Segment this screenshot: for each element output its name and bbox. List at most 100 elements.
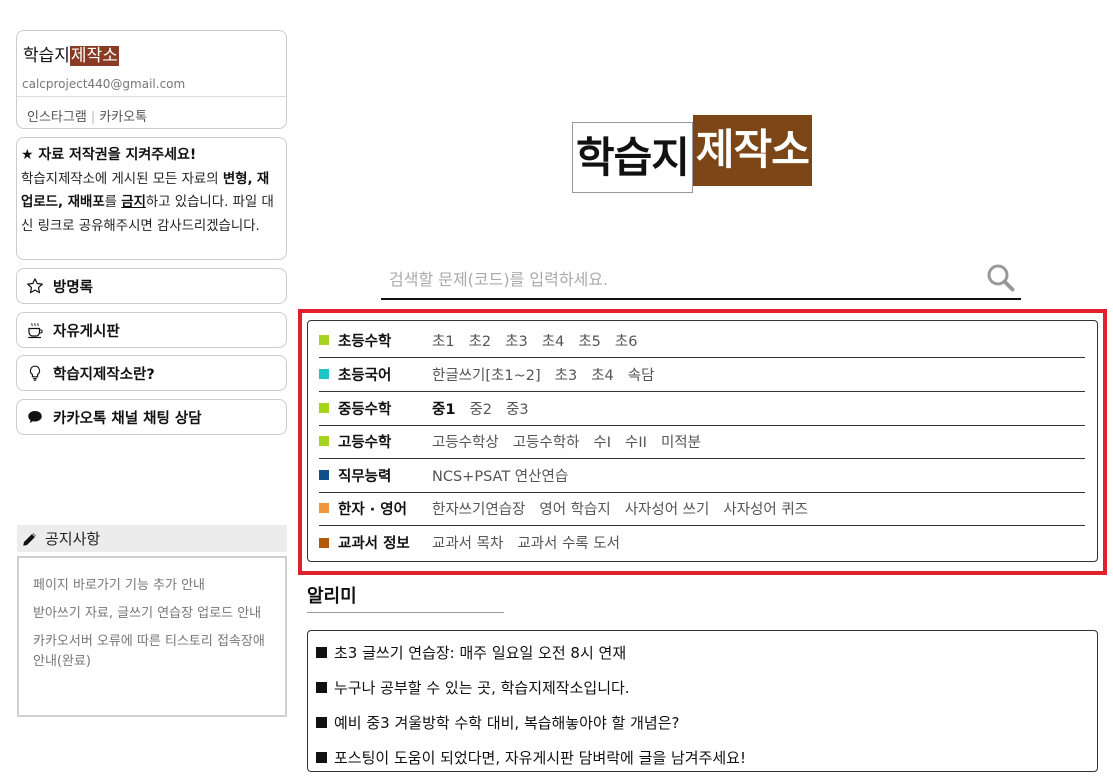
category-row-elementary-math: 초등수학 초1 초2 초3 초4 초5 초6 — [319, 324, 1085, 358]
square-bullet-icon — [316, 647, 327, 658]
pencil-icon — [21, 530, 39, 548]
category-color-marker — [319, 537, 329, 548]
guestbook-button[interactable]: 방명록 — [16, 268, 287, 304]
category-link[interactable]: 중3 — [506, 398, 529, 419]
contact-email: calcproject440@gmail.com — [22, 77, 186, 91]
alimi-item-text: 포스팅이 도움이 되었다면, 자유게시판 담벼락에 글을 남겨주세요! — [334, 749, 746, 767]
alimi-item[interactable]: 포스팅이 도움이 되었다면, 자유게시판 담벼락에 글을 남겨주세요! — [316, 740, 1097, 775]
copyright-text-bold: 변형, — [222, 171, 253, 187]
copyright-text-part: 하고 있습니다. — [145, 195, 229, 210]
kakao-chat-button[interactable]: 카카오톡 채널 채팅 상담 — [16, 399, 287, 435]
category-link[interactable]: 고등수학하 — [513, 431, 580, 452]
copyright-notice: ★ 자료 저작권을 지켜주세요! 학습지제작소에 게시된 모든 자료의 변형, … — [16, 137, 287, 260]
category-link[interactable]: NCS+PSAT 연산연습 — [432, 465, 568, 486]
category-link[interactable]: 중2 — [469, 398, 492, 419]
link-separator: | — [90, 110, 96, 125]
notice-item[interactable]: 페이지 바로가기 기능 추가 안내 — [33, 576, 271, 596]
blog-title-plain: 학습지 — [23, 46, 70, 66]
category-name[interactable]: 초등국어 — [338, 364, 432, 385]
copyright-heading: ★ 자료 저작권을 지켜주세요! — [21, 147, 197, 163]
category-row-high-math: 고등수학 고등수학상 고등수학하 수I 수II 미적분 — [319, 425, 1085, 459]
divider — [17, 96, 286, 97]
category-color-marker — [319, 369, 329, 380]
free-board-button[interactable]: 자유게시판 — [16, 312, 287, 348]
square-bullet-icon — [316, 717, 327, 728]
coffee-cup-icon — [25, 320, 45, 340]
instagram-link[interactable]: 인스타그램 — [27, 110, 87, 125]
notice-item[interactable]: 카카오서버 오류에 따른 티스토리 접속장애 안내(완료) — [33, 632, 271, 672]
square-bullet-icon — [316, 752, 327, 763]
category-link[interactable]: 교과서 목차 — [432, 532, 503, 553]
category-link[interactable]: 교과서 수록 도서 — [517, 532, 620, 553]
category-row-middle-math: 중등수학 중1 중2 중3 — [319, 392, 1085, 426]
category-menu: 초등수학 초1 초2 초3 초4 초5 초6 초등국어 한글쓰기[초1~2] 초… — [307, 320, 1098, 562]
star-outline-icon — [25, 276, 45, 296]
category-link[interactable]: 수I — [593, 431, 611, 452]
notice-header: 공지사항 — [17, 525, 287, 552]
category-name[interactable]: 직무능력 — [338, 465, 432, 486]
notice-item[interactable]: 받아쓰기 자료, 글쓰기 연습장 업로드 안내 — [33, 604, 271, 624]
category-color-marker — [319, 503, 329, 514]
category-link[interactable]: 초1 — [432, 330, 455, 351]
category-link[interactable]: 초2 — [469, 330, 492, 351]
category-link[interactable]: 초3 — [555, 364, 578, 385]
alimi-item-text: 초3 글쓰기 연습장: 매주 일요일 오전 8시 연재 — [334, 644, 627, 662]
category-color-marker — [319, 403, 329, 414]
category-link[interactable]: 사자성어 퀴즈 — [723, 498, 808, 519]
kakaotalk-link[interactable]: 카카오톡 — [99, 110, 147, 125]
category-row-elementary-korean: 초등국어 한글쓰기[초1~2] 초3 초4 속담 — [319, 358, 1085, 392]
notice-list: 페이지 바로가기 기능 추가 안내 받아쓰기 자료, 글쓰기 연습장 업로드 안… — [17, 556, 287, 717]
copyright-text-part: 학습지제작소에 게시된 모든 자료의 — [21, 171, 223, 187]
logo-plain: 학습지 — [572, 122, 693, 193]
category-link[interactable]: 미적분 — [661, 431, 701, 452]
profile-card: 학습지제작소 calcproject440@gmail.com 인스타그램 | 카카… — [16, 30, 287, 129]
alimi-item[interactable]: 누구나 공부할 수 있는 곳, 학습지제작소입니다. — [316, 670, 1097, 705]
category-link[interactable]: 고등수학상 — [432, 431, 499, 452]
category-link[interactable]: 초4 — [591, 364, 614, 385]
category-link[interactable]: 한글쓰기[초1~2] — [432, 364, 541, 385]
logo-highlight: 제작소 — [692, 115, 812, 186]
copyright-text: 학습지제작소에 게시된 모든 자료의 변형, 재업로드, 재배포를 금지하고 있… — [21, 168, 281, 239]
category-link[interactable]: 수II — [625, 431, 647, 452]
search-input[interactable] — [389, 264, 969, 294]
category-link[interactable]: 영어 학습지 — [539, 498, 610, 519]
category-link[interactable]: 초3 — [505, 330, 528, 351]
category-name[interactable]: 고등수학 — [338, 431, 432, 452]
category-name[interactable]: 중등수학 — [338, 398, 432, 419]
about-button[interactable]: 학습지제작소란? — [16, 355, 287, 391]
category-color-marker — [319, 436, 329, 447]
alimi-item[interactable]: 초3 글쓰기 연습장: 매주 일요일 오전 8시 연재 — [316, 635, 1097, 670]
category-link-active[interactable]: 중1 — [432, 398, 455, 419]
square-bullet-icon — [316, 682, 327, 693]
category-link[interactable]: 초5 — [578, 330, 601, 351]
lightbulb-icon — [25, 363, 45, 383]
category-row-hanja-english: 한자 · 영어 한자쓰기연습장 영어 학습지 사자성어 쓰기 사자성어 퀴즈 — [319, 492, 1085, 526]
alimi-item[interactable]: 예비 중3 겨울방학 수학 대비, 복습해놓아야 할 개념은? — [316, 705, 1097, 740]
search-icon[interactable] — [985, 262, 1017, 294]
category-name[interactable]: 교과서 정보 — [338, 532, 432, 553]
category-link[interactable]: 초4 — [542, 330, 565, 351]
copyright-text-part: 를 — [104, 195, 122, 210]
category-link[interactable]: 초6 — [615, 330, 638, 351]
profile-links: 인스타그램 | 카카오톡 — [27, 106, 147, 125]
category-link[interactable]: 한자쓰기연습장 — [432, 498, 525, 519]
alimi-heading: 알리미 — [307, 586, 357, 607]
site-logo[interactable]: 학습지 제작소 — [572, 115, 812, 193]
blog-title[interactable]: 학습지제작소 — [23, 44, 119, 68]
category-row-job-skills: 직무능력 NCS+PSAT 연산연습 — [319, 459, 1085, 493]
alimi-item-text: 누구나 공부할 수 있는 곳, 학습지제작소입니다. — [334, 679, 630, 697]
category-name[interactable]: 한자 · 영어 — [338, 498, 432, 519]
category-link[interactable]: 속담 — [628, 364, 655, 385]
about-label: 학습지제작소란? — [53, 366, 155, 383]
speech-bubble-icon — [25, 407, 45, 427]
category-link[interactable]: 사자성어 쓰기 — [625, 498, 710, 519]
copyright-text-underline: 금지 — [121, 195, 146, 210]
guestbook-label: 방명록 — [53, 279, 94, 296]
alimi-list: 초3 글쓰기 연습장: 매주 일요일 오전 8시 연재 누구나 공부할 수 있는… — [307, 630, 1098, 772]
free-board-label: 자유게시판 — [53, 323, 120, 340]
kakao-chat-label: 카카오톡 채널 채팅 상담 — [53, 410, 202, 427]
category-name[interactable]: 초등수학 — [338, 330, 432, 351]
category-color-marker — [319, 335, 329, 346]
alimi-underline — [307, 612, 504, 613]
search-bar — [381, 258, 1021, 300]
